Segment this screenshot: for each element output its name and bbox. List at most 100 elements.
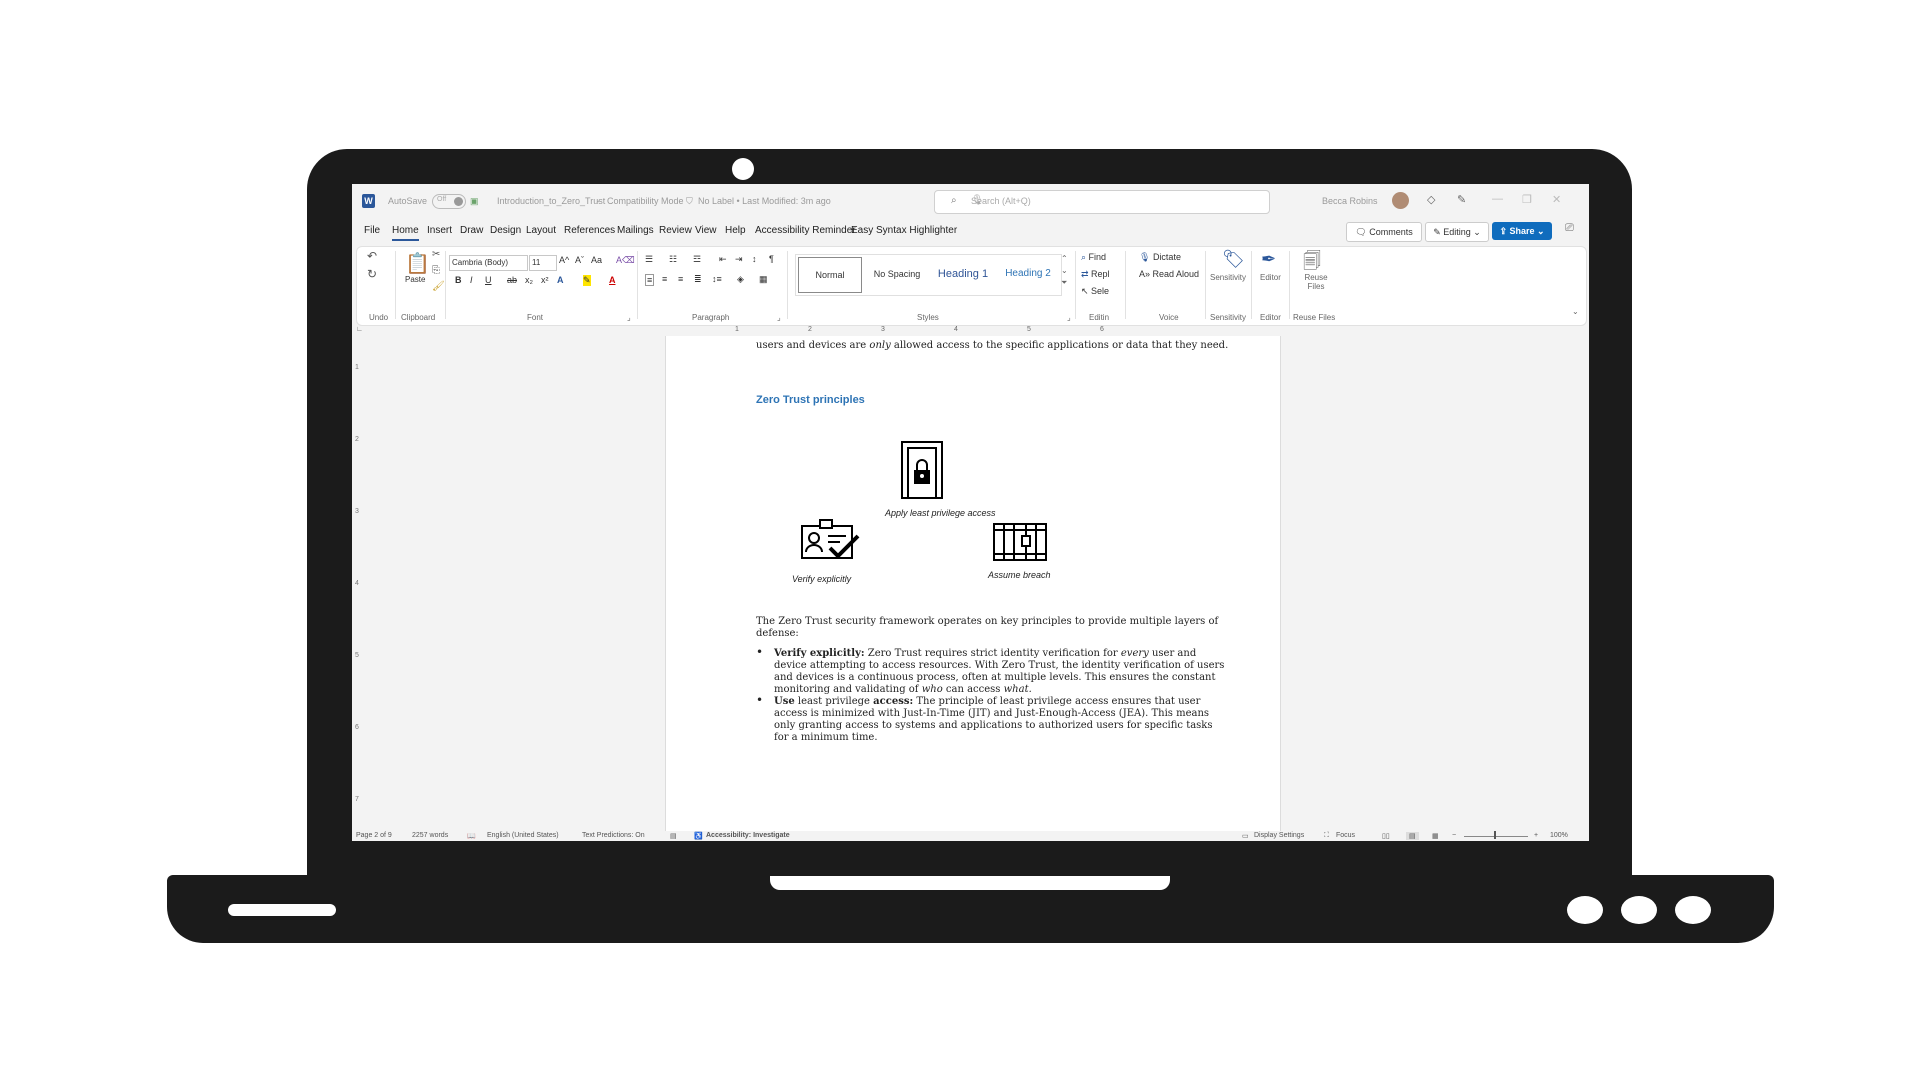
restore-icon[interactable]: ❐ [1522,193,1532,206]
close-icon[interactable]: ✕ [1552,193,1561,206]
tab-view[interactable]: View [695,225,717,236]
zoom-level[interactable]: 100% [1550,832,1568,839]
strikethrough-icon[interactable]: ab [507,275,517,285]
language-indicator[interactable]: English (United States) [487,832,559,839]
sensitivity-icon[interactable]: 🏷 [1222,249,1245,270]
increase-indent-icon[interactable]: ⇥ [735,254,743,265]
word-logo-icon[interactable]: W [362,194,375,208]
avatar[interactable] [1392,192,1409,209]
word-count[interactable]: 2257 words [412,832,448,839]
change-case-icon[interactable]: Aa [591,255,602,265]
dictate-button[interactable]: 🎙 Dictate [1139,252,1181,263]
tab-review[interactable]: Review [659,225,692,236]
italic-icon[interactable]: I [470,275,473,285]
tab-home[interactable]: Home [392,225,419,241]
shrink-font-icon[interactable]: Aˇ [575,255,584,265]
font-dialog-launcher-icon[interactable]: ⌟ [627,313,631,322]
autosave-toggle[interactable]: Off [432,194,466,209]
grow-font-icon[interactable]: A^ [559,255,569,265]
tab-file[interactable]: File [364,225,380,236]
zoom-slider[interactable] [1464,836,1528,837]
web-layout-icon[interactable]: ▦ [1432,832,1439,840]
cut-icon[interactable]: ✂ [432,249,440,260]
pen-icon[interactable]: ✎ [1457,193,1466,206]
superscript-icon[interactable]: x² [541,275,549,285]
copy-icon[interactable]: ⎘ [432,265,440,276]
clear-formatting-icon[interactable]: A⌫ [616,255,635,266]
minimize-icon[interactable]: — [1492,193,1503,205]
font-size-select[interactable]: 11 [529,255,557,271]
document-name[interactable]: Introduction_to_Zero_Trust [497,196,605,206]
present-icon[interactable]: ⎚ [1565,222,1574,235]
tab-references[interactable]: References [564,225,615,236]
styles-dialog-launcher-icon[interactable]: ⌟ [1067,313,1071,322]
focus-mode[interactable]: Focus [1336,832,1355,839]
editor-pen-icon[interactable]: ✒ [1261,249,1276,270]
numbering-icon[interactable]: ☷ [669,254,677,265]
shading-icon[interactable]: ◈ [737,274,744,285]
tab-help[interactable]: Help [725,225,746,236]
collapse-ribbon-icon[interactable]: ⌄ [1572,307,1579,316]
tab-design[interactable]: Design [490,225,521,236]
tab-insert[interactable]: Insert [427,225,452,236]
redo-icon[interactable]: ↻ [367,267,377,281]
sensitivity-label[interactable]: Sensitivity [1210,273,1246,282]
tab-easy-syntax-highlighter[interactable]: Easy Syntax Highlighter [851,225,957,236]
font-name-select[interactable]: Cambria (Body) [449,255,528,271]
proofing-icon[interactable]: 📖 [467,832,476,840]
read-mode-icon[interactable]: ▯▯ [1382,832,1390,840]
select-button[interactable]: ↖ Sele [1081,286,1109,297]
style-heading-2[interactable]: Heading 2 [996,257,1060,291]
horizontal-ruler[interactable]: ∟ 1 2 3 4 5 6 [352,326,1589,336]
line-spacing-icon[interactable]: ↕≡ [712,274,722,284]
document-page[interactable]: users and devices are only allowed acces… [665,336,1281,831]
editor-label[interactable]: Editor [1260,273,1281,282]
label-status[interactable]: No Label • Last Modified: 3m ago [698,196,831,206]
page-count[interactable]: Page 2 of 9 [356,832,392,839]
paste-icon[interactable]: 📋 [405,251,430,276]
multilevel-list-icon[interactable]: ☲ [693,254,701,265]
zoom-slider-thumb[interactable] [1494,831,1496,839]
styles-more-icon[interactable]: ⏷ [1061,278,1067,288]
align-right-icon[interactable]: ≡ [678,274,683,284]
show-marks-icon[interactable]: ¶ [769,254,774,264]
read-aloud-button[interactable]: A» Read Aloud [1139,269,1199,279]
bold-icon[interactable]: B [455,275,462,285]
undo-icon[interactable]: ↶ [367,249,377,263]
styles-scroll-up-icon[interactable]: ⌃ [1061,254,1068,263]
format-painter-icon[interactable]: 🖌 [432,281,445,292]
zoom-out-icon[interactable]: − [1452,832,1456,839]
bullets-icon[interactable]: ☰ [645,254,653,265]
align-left-icon[interactable]: ≡ [645,274,655,286]
borders-icon[interactable]: ▦ [759,274,768,285]
print-layout-icon[interactable]: ▤ [1406,832,1419,840]
sort-icon[interactable]: ↕ [752,254,757,264]
paragraph-dialog-launcher-icon[interactable]: ⌟ [777,313,781,322]
display-settings[interactable]: Display Settings [1254,832,1304,839]
style-normal[interactable]: Normal [798,257,862,293]
paste-label[interactable]: Paste [405,275,425,284]
highlight-icon[interactable]: ✎ [583,275,591,286]
underline-icon[interactable]: U [485,275,492,285]
search-box[interactable]: ⌕ Search (Alt+Q) 🎙 [934,190,1270,214]
text-predictions[interactable]: Text Predictions: On [582,832,645,839]
style-no-spacing[interactable]: No Spacing [866,257,928,291]
share-button[interactable]: ⇪ Share ⌄ [1492,222,1552,240]
tab-layout[interactable]: Layout [526,225,556,236]
save-icon[interactable]: ▣ [470,196,479,207]
replace-button[interactable]: ⇄ Repl [1081,269,1110,280]
microphone-icon[interactable]: 🎙 [971,195,1259,206]
tab-accessibility-reminder[interactable]: Accessibility Reminder [755,225,856,236]
style-heading-1[interactable]: Heading 1 [930,257,996,291]
editing-mode-button[interactable]: ✎ Editing ⌄ [1425,222,1489,242]
tab-draw[interactable]: Draw [460,225,483,236]
text-effects-icon[interactable]: A [557,275,564,285]
align-center-icon[interactable]: ≡ [662,274,667,284]
comments-button[interactable]: 🗨 Comments [1346,222,1422,242]
diamond-icon[interactable]: ◇ [1427,193,1435,206]
ruler-tab-selector-icon[interactable]: ∟ [356,326,363,333]
accessibility-status[interactable]: Accessibility: Investigate [706,832,790,839]
find-button[interactable]: ⌕ Find [1081,252,1106,263]
styles-scroll-down-icon[interactable]: ⌄ [1061,266,1068,275]
user-name[interactable]: Becca Robins [1322,196,1378,206]
